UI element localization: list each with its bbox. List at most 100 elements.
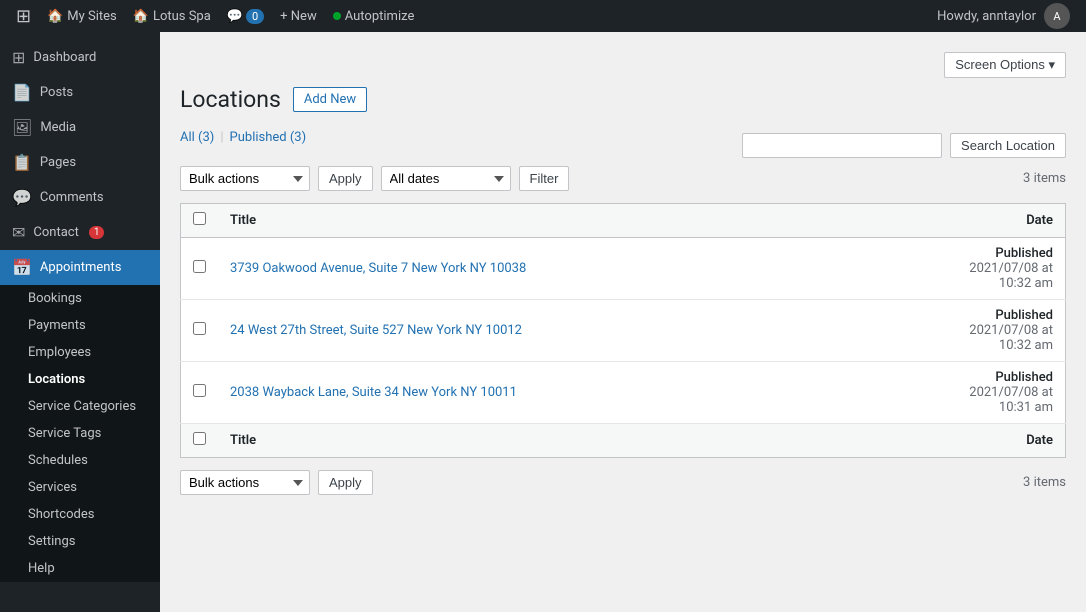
sidebar-item-label: Contact [33,225,78,240]
bottom-items-count: 3 items [1023,475,1066,490]
date-status: Published [995,246,1053,261]
page-title: Locations [180,86,281,113]
submenu-item-service-tags[interactable]: Service Tags [0,420,160,447]
site-name-label: Lotus Spa [153,9,211,24]
sidebar-item-label: Media [40,120,76,135]
date-column-footer[interactable]: Date [906,424,1066,458]
autoptimize-label: Autoptimize [345,9,415,24]
screen-options-button[interactable]: Screen Options ▾ [944,52,1066,78]
sidebar-item-media[interactable]: 🖼 Media [0,110,160,145]
contact-badge: 1 [89,226,105,239]
table-row: 2038 Wayback Lane, Suite 34 New York NY … [181,362,1066,424]
row-date-cell: Published 2021/07/08 at 10:31 am [906,362,1066,424]
filter-button[interactable]: Filter [519,166,570,191]
row-date-cell: Published 2021/07/08 at 10:32 am [906,238,1066,300]
all-view-link[interactable]: All (3) [180,130,214,145]
locations-table: Title Date 3739 Oakwood Avenue, Suite 7 … [180,203,1066,458]
sidebar-item-dashboard[interactable]: ⊞ Dashboard [0,40,160,75]
title-column-footer[interactable]: Title [218,424,906,458]
time-value: 10:32 am [999,338,1053,353]
contact-icon: ✉ [12,223,25,242]
submenu-item-bookings[interactable]: Bookings [0,285,160,312]
date-column-header[interactable]: Date [906,204,1066,238]
search-location-button[interactable]: Search Location [950,133,1066,158]
howdy-link[interactable]: Howdy, anntaylor A [929,0,1078,32]
comments-icon: 💬 [227,9,243,24]
published-view-link[interactable]: Published (3) [230,130,307,145]
comments-link[interactable]: 💬 0 [219,0,272,32]
comments-icon: 💬 [12,188,32,207]
sidebar-item-posts[interactable]: 📄 Posts [0,75,160,110]
sidebar-item-contact[interactable]: ✉ Contact 1 [0,215,160,250]
row-checkbox-cell [181,300,219,362]
site-name-link[interactable]: 🏠 Lotus Spa [125,0,219,32]
row-checkbox[interactable] [193,322,206,335]
check-all-checkbox[interactable] [193,212,206,225]
title-column-header[interactable]: Title [218,204,906,238]
my-sites-menu[interactable]: 🏠 My Sites [39,0,125,32]
main-layout: ⊞ Dashboard 📄 Posts 🖼 Media 📋 Pages 💬 Co… [0,32,1086,612]
search-input[interactable] [742,133,942,158]
new-label: + New [280,9,317,24]
submenu-item-shortcodes[interactable]: Shortcodes [0,501,160,528]
submenu-item-services[interactable]: Services [0,474,160,501]
submenu-item-payments[interactable]: Payments [0,312,160,339]
row-checkbox-cell [181,238,219,300]
submenu-item-service-categories[interactable]: Service Categories [0,393,160,420]
wp-logo-icon[interactable]: ⊞ [8,0,39,32]
autoptimize-link[interactable]: Autoptimize [325,0,423,32]
submenu-item-locations[interactable]: Locations [0,366,160,393]
row-checkbox[interactable] [193,260,206,273]
sidebar-item-label: Pages [40,155,76,170]
table-foot-row: Title Date [181,424,1066,458]
add-new-button[interactable]: Add New [293,87,367,112]
date-value: 2021/07/08 at [969,323,1053,338]
date-info: Published 2021/07/08 at 10:32 am [918,246,1054,291]
row-title-cell: 2038 Wayback Lane, Suite 34 New York NY … [218,362,906,424]
views-search-row: All (3) | Published (3) Search Location [180,129,1066,158]
my-sites-icon: 🏠 [47,9,63,24]
items-count: 3 items [1023,171,1066,186]
sidebar-item-pages[interactable]: 📋 Pages [0,145,160,180]
row-date-cell: Published 2021/07/08 at 10:32 am [906,300,1066,362]
submenu-item-settings[interactable]: Settings [0,528,160,555]
date-value: 2021/07/08 at [969,261,1053,276]
check-all-footer-checkbox[interactable] [193,432,206,445]
sidebar-item-comments[interactable]: 💬 Comments [0,180,160,215]
date-info: Published 2021/07/08 at 10:31 am [918,370,1054,415]
bottom-filter-row: Bulk actions Move to Trash Apply 3 items [180,470,1066,495]
location-link[interactable]: 2038 Wayback Lane, Suite 34 New York NY … [230,385,517,400]
new-content-link[interactable]: + New [272,0,325,32]
autoptimize-dot-icon [333,12,341,20]
sidebar: ⊞ Dashboard 📄 Posts 🖼 Media 📋 Pages 💬 Co… [0,32,160,612]
table-row: 3739 Oakwood Avenue, Suite 7 New York NY… [181,238,1066,300]
submenu-item-schedules[interactable]: Schedules [0,447,160,474]
apply-button[interactable]: Apply [318,166,373,191]
appointments-icon: 📅 [12,258,32,277]
submenu-item-help[interactable]: Help [0,555,160,582]
main-content: Screen Options ▾ Locations Add New All (… [160,32,1086,612]
page-header: Locations Add New [180,86,1066,113]
admin-bar: ⊞ 🏠 My Sites 🏠 Lotus Spa 💬 0 + New Autop… [0,0,1086,32]
howdy-label: Howdy, anntaylor [937,9,1036,24]
row-checkbox[interactable] [193,384,206,397]
sidebar-item-appointments[interactable]: 📅 Appointments [0,250,160,285]
table-head-row: Title Date [181,204,1066,238]
submenu-item-employees[interactable]: Employees [0,339,160,366]
bottom-bulk-actions-select[interactable]: Bulk actions Move to Trash [180,470,310,495]
adminbar-right: Howdy, anntaylor A [929,0,1078,32]
location-link[interactable]: 24 West 27th Street, Suite 527 New York … [230,323,522,338]
table-row: 24 West 27th Street, Suite 527 New York … [181,300,1066,362]
location-link[interactable]: 3739 Oakwood Avenue, Suite 7 New York NY… [230,261,526,276]
bottom-apply-button[interactable]: Apply [318,470,373,495]
pages-icon: 📋 [12,153,32,172]
select-all-header [181,204,219,238]
sidebar-item-label: Posts [40,85,73,100]
separator: | [220,130,223,145]
dates-filter-select[interactable]: All dates [381,166,511,191]
bulk-actions-select[interactable]: Bulk actions Move to Trash [180,166,310,191]
date-value: 2021/07/08 at [969,385,1053,400]
date-info: Published 2021/07/08 at 10:32 am [918,308,1054,353]
table-body: 3739 Oakwood Avenue, Suite 7 New York NY… [181,238,1066,424]
time-value: 10:32 am [999,276,1053,291]
